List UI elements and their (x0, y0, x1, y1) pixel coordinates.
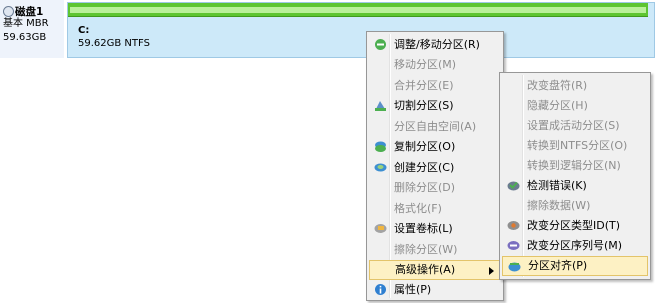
menu-item-label: 删除分区(D) (394, 181, 456, 194)
context-menu: 调整/移动分区(R) 移动分区(M) 合并分区(E) 切割分区(S) 分区自由空… (366, 31, 504, 301)
disk-label-panel[interactable]: 磁盘1 基本 MBR 59.63GB (0, 0, 64, 58)
menu-item-label: 切割分区(S) (394, 99, 454, 112)
menu-item-label: 移动分区(M) (394, 58, 457, 71)
menu-item-label: 隐藏分区(H) (527, 99, 588, 112)
menu-item-label: 设置成活动分区(S) (527, 119, 620, 132)
menu-item-merge[interactable]: 合并分区(E) (369, 76, 501, 96)
resize-icon (375, 39, 386, 50)
partition-usage-shine (70, 7, 647, 13)
create-icon (374, 163, 387, 172)
menu-item-free-space[interactable]: 分区自由空间(A) (369, 117, 501, 137)
menu-item-label: 设置卷标(L) (394, 222, 453, 235)
menu-item-label: 分区对齐(P) (528, 259, 588, 272)
submenu-item-change-type-id[interactable]: 改变分区类型ID(T) (502, 216, 648, 236)
menu-item-properties[interactable]: 属性(P) (369, 280, 501, 300)
menu-item-delete[interactable]: 删除分区(D) (369, 178, 501, 198)
submenu-item-check-errors[interactable]: 检测错误(K) (502, 176, 648, 196)
copy-icon (375, 141, 386, 152)
submenu-arrow-icon (489, 267, 494, 275)
menu-item-create[interactable]: 创建分区(C) (369, 158, 501, 178)
menu-item-label: 调整/移动分区(R) (394, 38, 480, 51)
menu-item-label: 转换到NTFS分区(O) (527, 139, 628, 152)
disk-type: 基本 MBR (3, 18, 49, 29)
advanced-submenu: 改变盘符(R) 隐藏分区(H) 设置成活动分区(S) 转换到NTFS分区(O) … (499, 72, 651, 280)
submenu-item-convert-logical[interactable]: 转换到逻辑分区(N) (502, 156, 648, 176)
menu-item-split[interactable]: 切割分区(S) (369, 96, 501, 116)
menu-item-format[interactable]: 格式化(F) (369, 199, 501, 219)
disk-icon (3, 6, 14, 17)
menu-item-label: 擦除数据(W) (527, 199, 591, 212)
check-icon (507, 181, 520, 191)
menu-item-label: 格式化(F) (394, 202, 442, 215)
submenu-item-convert-ntfs[interactable]: 转换到NTFS分区(O) (502, 136, 648, 156)
align-icon (508, 262, 521, 272)
partition-letter: C: (78, 25, 90, 36)
menu-item-label: 擦除分区(W) (394, 243, 458, 256)
disk-size: 59.63GB (3, 32, 47, 43)
partition-info: 59.62GB NTFS (78, 38, 150, 49)
menu-item-label: 改变分区类型ID(T) (527, 219, 621, 232)
menu-item-label: 属性(P) (394, 283, 432, 296)
menu-item-label: 创建分区(C) (394, 161, 455, 174)
menu-item-label: 分区自由空间(A) (394, 120, 477, 133)
menu-item-copy[interactable]: 复制分区(O) (369, 137, 501, 157)
split-icon (375, 101, 386, 111)
disk-name: 磁盘1 (15, 6, 44, 18)
menu-item-move[interactable]: 移动分区(M) (369, 55, 501, 75)
menu-item-resize-move[interactable]: 调整/移动分区(R) (369, 35, 501, 55)
menu-item-label: 改变盘符(R) (527, 79, 588, 92)
menu-item-advanced[interactable]: 高级操作(A) (369, 260, 501, 280)
menu-item-label: 转换到逻辑分区(N) (527, 159, 621, 172)
menu-item-label: 改变分区序列号(M) (527, 239, 623, 252)
menu-item-label: 复制分区(O) (394, 140, 456, 153)
submenu-item-wipe-data[interactable]: 擦除数据(W) (502, 196, 648, 216)
menu-item-set-label[interactable]: 设置卷标(L) (369, 219, 501, 239)
submenu-item-change-serial[interactable]: 改变分区序列号(M) (502, 236, 648, 256)
menu-item-wipe[interactable]: 擦除分区(W) (369, 240, 501, 260)
submenu-item-hide[interactable]: 隐藏分区(H) (502, 96, 648, 116)
info-icon (375, 284, 386, 295)
type-icon (507, 221, 520, 230)
submenu-item-align[interactable]: 分区对齐(P) (502, 256, 648, 276)
serial-icon (507, 241, 520, 250)
submenu-item-change-letter[interactable]: 改变盘符(R) (502, 76, 648, 96)
submenu-item-set-active[interactable]: 设置成活动分区(S) (502, 116, 648, 136)
menu-item-label: 合并分区(E) (394, 79, 454, 92)
menu-item-label: 高级操作(A) (395, 263, 456, 276)
label-icon (374, 224, 387, 233)
menu-item-label: 检测错误(K) (527, 179, 587, 192)
partition-c-block[interactable]: C: 59.62GB NTFS (67, 2, 655, 58)
